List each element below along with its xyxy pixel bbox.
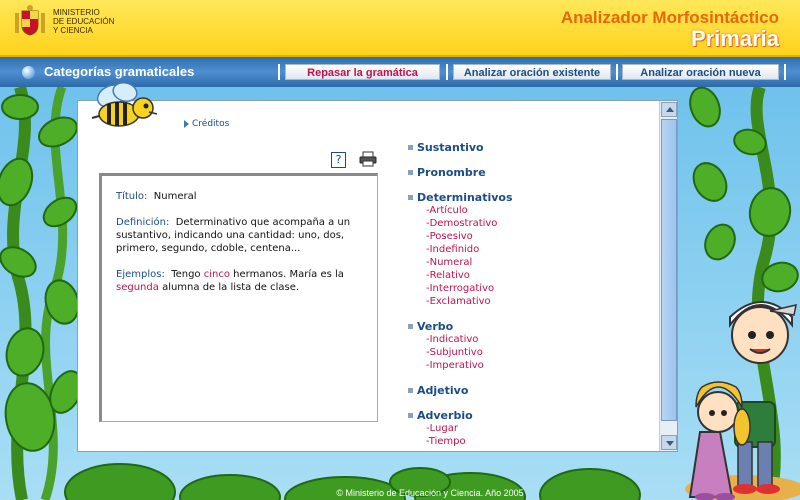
review-grammar-button[interactable]: Repasar la gramática: [285, 64, 440, 80]
category-pronombre[interactable]: Pronombre: [408, 166, 658, 179]
scroll-thumb[interactable]: [661, 119, 677, 421]
nav-divider: [784, 64, 786, 80]
app-title-main: Analizador Morfosintáctico: [560, 8, 779, 27]
subcategory-numeral[interactable]: -Numeral: [408, 256, 658, 269]
play-arrow-icon: [184, 119, 189, 128]
definition-box: Título: Numeral Definición: Determinativ…: [99, 173, 378, 422]
nav-divider: [446, 64, 448, 80]
section-title: Categorías gramaticales: [44, 64, 195, 79]
ministry-line-3: Y CIENCIA: [53, 26, 93, 35]
subcategory-subjuntivo[interactable]: -Subjuntivo: [408, 346, 658, 359]
nav-divider: [616, 64, 618, 80]
nav-divider: [278, 64, 280, 80]
example-highlight-1: cinco: [203, 269, 230, 280]
example-text-3: alumna de la lista de clase.: [162, 282, 300, 293]
category-sustantivo[interactable]: Sustantivo: [408, 141, 658, 154]
examples-row: Ejemplos: Tengo cinco hermanos. María es…: [116, 268, 365, 294]
scrollbar[interactable]: [659, 101, 677, 451]
category-group: Determinativos -Artículo -Demostrativo -…: [408, 191, 658, 308]
category-group: Verbo -Indicativo -Subjuntivo -Imperativ…: [408, 320, 658, 372]
subcategory-imperativo[interactable]: -Imperativo: [408, 359, 658, 372]
category-adjetivo[interactable]: Adjetivo: [408, 384, 658, 397]
credits-link[interactable]: Créditos: [184, 119, 229, 129]
app-title-sub: Primaria: [690, 26, 779, 51]
app-header: MINISTERIO DE EDUCACIÓN Y CIENCIA Analiz…: [0, 0, 800, 57]
bullet-icon: [22, 66, 35, 79]
example-text-1: Tengo: [171, 269, 201, 280]
help-icon[interactable]: ?: [331, 152, 346, 168]
subcategory-lugar[interactable]: -Lugar: [408, 422, 658, 435]
subcategory-indicativo[interactable]: -Indicativo: [408, 333, 658, 346]
examples-label: Ejemplos:: [116, 269, 165, 280]
category-group: Pronombre: [408, 166, 658, 179]
definition-text-row: Definición: Determinativo que acompaña a…: [116, 216, 365, 255]
spain-crest-icon: [15, 5, 45, 36]
subcategory-demostrativo[interactable]: -Demostrativo: [408, 217, 658, 230]
subcategory-relativo[interactable]: -Relativo: [408, 269, 658, 282]
definition-title-row: Título: Numeral: [116, 190, 365, 203]
subcategory-articulo[interactable]: -Artículo: [408, 204, 658, 217]
title-value: Numeral: [153, 191, 197, 202]
analyze-new-sentence-button[interactable]: Analizar oración nueva: [622, 64, 779, 80]
subcategory-indefinido[interactable]: -Indefinido: [408, 243, 658, 256]
bee-icon: [91, 82, 158, 127]
credits-label: Créditos: [192, 119, 230, 129]
category-adverbio[interactable]: Adverbio: [408, 409, 658, 422]
subcategory-tiempo[interactable]: -Tiempo: [408, 435, 658, 448]
subcategory-exclamativo[interactable]: -Exclamativo: [408, 295, 658, 308]
example-highlight-2: segunda: [116, 282, 159, 293]
printer-icon[interactable]: [359, 151, 377, 167]
ministry-name: MINISTERIO DE EDUCACIÓN Y CIENCIA: [53, 8, 114, 35]
subcategory-posesivo[interactable]: -Posesivo: [408, 230, 658, 243]
copyright-text: © Ministerio de Educación y Ciencia. Año…: [336, 488, 524, 498]
category-group: Sustantivo: [408, 141, 658, 154]
category-group: Adverbio -Lugar -Tiempo: [408, 409, 658, 448]
analyze-existing-sentence-button[interactable]: Analizar oración existente: [453, 64, 611, 80]
category-verbo[interactable]: Verbo: [408, 320, 658, 333]
ministry-line-2: DE EDUCACIÓN: [53, 17, 115, 26]
footer: © Ministerio de Educación y Ciencia. Año…: [0, 488, 800, 498]
title-label: Título:: [116, 191, 148, 202]
scroll-up-icon[interactable]: [661, 102, 677, 117]
category-determinativos[interactable]: Determinativos: [408, 191, 658, 204]
category-list: Sustantivo Pronombre Determinativos -Art…: [408, 141, 658, 451]
ministry-line-1: MINISTERIO: [53, 8, 100, 17]
example-text-2: hermanos. María es la: [233, 269, 344, 280]
subcategory-interrogativo[interactable]: -Interrogativo: [408, 282, 658, 295]
definition-label: Definición:: [116, 217, 170, 228]
scroll-down-icon[interactable]: [661, 435, 677, 450]
category-group: Adjetivo: [408, 384, 658, 397]
app-title: Analizador Morfosintáctico Primaria: [561, 8, 779, 50]
